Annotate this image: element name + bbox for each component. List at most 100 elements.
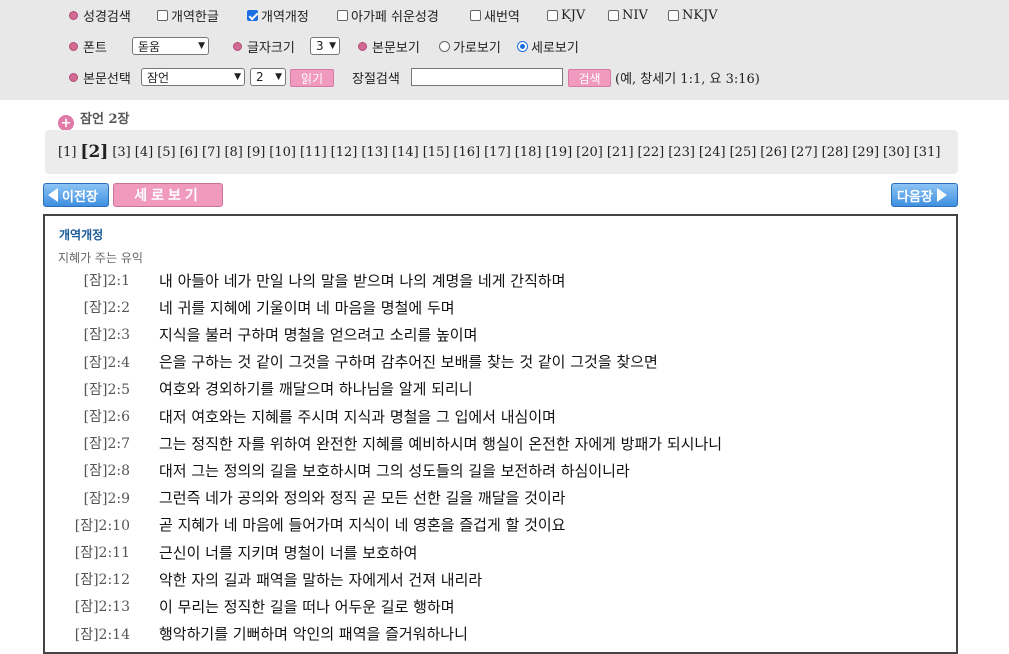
prev-chapter-button[interactable]: 이전장 [43,183,109,207]
font-size-value: 3 [316,39,324,53]
checkbox-label: KJV [561,7,586,23]
checkbox-version[interactable]: KJV [547,3,585,27]
verse-ref: [잠]2:4 [83,354,130,371]
chapter-link[interactable]: [13] [361,145,388,160]
chapter-link[interactable]: [11] [300,145,327,160]
search-button[interactable]: 검색 [568,69,611,87]
chapter-link[interactable]: [17] [484,145,511,160]
chapter-list: [1] [2] [3] [4] [5] [6] [7] [8] [9] [10] [11] [12][… [45,130,958,174]
verse-row: [잠]2:14 행악하기를 기뻐하며 악인의 패역을 즐거워하나니 [45,623,945,645]
checkbox-icon[interactable] [157,9,168,21]
checkbox-icon[interactable] [547,9,558,21]
section-heading: 지혜가 주는 유익 [58,251,143,265]
chapter-link[interactable]: [12] [331,145,358,160]
radio-checked-icon[interactable] [517,40,528,52]
checkbox-checked-icon[interactable] [247,9,258,21]
verse-text: 네 귀를 지혜에 기울이며 네 마음을 명철에 두며 [159,298,455,317]
chapter-link[interactable]: [5] [157,145,175,160]
chapter-link[interactable]: [21] [607,145,634,160]
checkbox-icon[interactable] [470,9,481,21]
verse-row: [잠]2:2 네 귀를 지혜에 기울이며 네 마음을 명철에 두며 [45,296,945,318]
verse-text: 악한 자의 길과 패역을 말하는 자에게서 건져 내리라 [159,570,483,589]
verse-ref: [잠]2:7 [83,436,130,453]
chapter-link[interactable]: [15] [423,145,450,160]
chapter-link[interactable]: [2] [80,142,108,162]
chapter-link[interactable]: [18] [515,145,542,160]
book-select-value: 잠언 [147,70,170,85]
checkbox-version[interactable]: 개역한글 [157,3,219,27]
font-select-value: 돋움 [138,39,161,54]
chapter-link[interactable]: [30] [883,145,910,160]
chapter-link[interactable]: [28] [822,145,849,160]
checkbox-version[interactable]: 새번역 [470,3,520,27]
chapter-link[interactable]: [26] [760,145,787,160]
chapter-link[interactable]: [8] [224,145,242,160]
font-select[interactable]: 돋움 ▼ [132,37,209,55]
verse-text: 근신이 너를 지키며 명철이 너를 보호하여 [159,543,418,562]
chapter-link[interactable]: [31] [914,145,941,160]
bullet-icon [69,41,78,51]
verse-ref: [잠]2:2 [83,300,130,317]
verse-ref: [잠]2:1 [83,273,130,289]
chapter-link[interactable]: [22] [638,145,665,160]
verse-row: [잠]2:6 대저 여호와는 지혜를 주시며 지식과 명철을 그 입에서 내심이며 [45,405,945,427]
checkbox-version[interactable]: 개역개정 [247,3,309,27]
book-select[interactable]: 잠언 ▼ [141,68,245,86]
bullet-icon [69,10,78,20]
chapter-select[interactable]: 2 ▼ [250,68,286,86]
checkbox-icon[interactable] [608,9,619,21]
next-chapter-button[interactable]: 다음장 [891,183,958,207]
chapter-link[interactable]: [4] [135,145,153,160]
radio-label: 세로보기 [531,40,579,56]
radio-icon[interactable] [439,40,450,52]
verse-row: [잠]2:9 그런즉 네가 공의와 정의와 정직 곧 모든 선한 길을 깨달을 것… [45,487,945,509]
view-mode-button[interactable]: 세로보기 [113,183,223,207]
font-label: 폰트 [83,40,107,56]
chapter-link[interactable]: [10] [269,145,296,160]
verse-text: 여호와 경외하기를 깨달으며 하나님을 알게 되리니 [159,380,473,399]
font-size-select[interactable]: 3 ▼ [310,37,340,55]
verse-row: [잠]2:13 이 무리는 정직한 길을 떠나 어두운 길로 행하며 [45,595,945,617]
chapter-link[interactable]: [14] [392,145,419,160]
verse-row: [잠]2:12 악한 자의 길과 패역을 말하는 자에게서 건져 내리라 [45,568,945,590]
verse-ref: [잠]2:5 [83,381,130,398]
chapter-link[interactable]: [23] [668,145,695,160]
checkbox-version[interactable]: NKJV [668,3,718,27]
checkbox-icon[interactable] [668,9,679,21]
checkbox-label: NIV [622,7,648,23]
version-row: 성경검색 [69,3,131,27]
bullet-icon [233,41,242,51]
verse-text: 지식을 불러 구하며 명철을 얻으려고 소리를 높이며 [159,325,478,344]
chevron-down-icon: ▼ [198,41,205,51]
verse-ref: [잠]2:8 [83,463,130,480]
checkbox-label: 새번역 [484,9,520,25]
passage-select-label: 본문선택 [83,71,131,87]
chapter-link[interactable]: [9] [247,145,265,160]
chapter-link[interactable]: [1] [58,145,76,160]
chapter-link[interactable]: [24] [699,145,726,160]
toolbar: 성경검색 개역한글 개역개정 아가페 쉬운성경 새번역 KJV NIV NKJV… [0,0,1009,100]
chapter-link[interactable]: [19] [545,145,572,160]
verse-row: [잠]2:8 대저 그는 정의의 길을 보호하시며 그의 성도들의 길을 보전하려… [45,459,945,481]
chapter-link[interactable]: [6] [180,145,198,160]
next-chapter-label: 다음장 [897,189,933,205]
checkbox-icon[interactable] [337,9,348,21]
chapter-link[interactable]: [7] [202,145,220,160]
version-title: 개역개정 [59,228,104,242]
checkbox-version[interactable]: NIV [608,3,648,27]
chapter-link[interactable]: [27] [791,145,818,160]
radio-vertical[interactable]: 세로보기 [517,34,579,58]
chapter-link[interactable]: [3] [112,145,130,160]
verse-search-input[interactable] [411,68,563,86]
chapter-link[interactable]: [16] [453,145,480,160]
chapter-link[interactable]: [29] [852,145,879,160]
chapter-link[interactable]: [20] [576,145,603,160]
verse-ref: [잠]2:3 [83,327,130,344]
read-button[interactable]: 읽기 [290,69,334,87]
checkbox-version[interactable]: 아가페 쉬운성경 [337,3,439,27]
verse-text: 그는 정직한 자를 위하여 완전한 지혜를 예비하시며 행실이 온전한 자에게 … [159,434,723,453]
chapter-link[interactable]: [25] [730,145,757,160]
radio-horizontal[interactable]: 가로보기 [439,34,501,58]
checkbox-label: 개역한글 [171,9,219,25]
chevron-down-icon: ▼ [329,41,336,51]
